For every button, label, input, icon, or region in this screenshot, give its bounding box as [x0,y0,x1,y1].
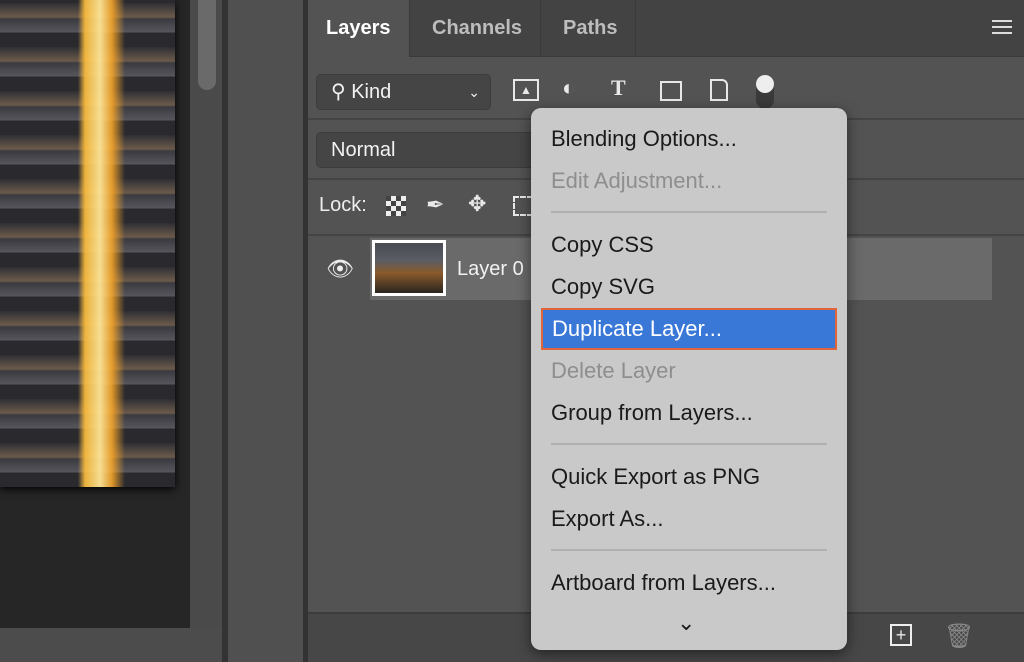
menu-item-delete-layer: Delete Layer [551,358,676,383]
tab-channels[interactable]: Channels [414,0,542,57]
tab-paths[interactable]: Paths [545,0,637,57]
kind-label: Kind [351,81,392,103]
eye-visibility-icon[interactable]: 👁 [326,256,354,282]
menu-item-blending-options[interactable]: Blending Options... [541,118,837,160]
scrollbar-thumb[interactable] [198,0,216,90]
panel-menu-icon[interactable] [992,20,1012,34]
lock-position-icon[interactable]: ✥ [468,191,486,217]
smart-object-filter-icon[interactable] [710,79,728,101]
vertical-scrollbar[interactable] [190,0,222,628]
adjustment-filter-icon[interactable]: ◐ [562,75,575,101]
filter-toggle-icon[interactable] [756,75,774,109]
lock-transparent-pixels-icon[interactable] [386,196,406,216]
menu-item-copy-css[interactable]: Copy CSS [541,224,837,266]
panel-tabs: Layers Channels Paths [308,0,1024,57]
city-night-image [0,0,175,487]
menu-item-export-as[interactable]: Export As... [541,498,837,540]
chevron-down-icon: ⌄ [468,84,480,100]
type-filter-icon[interactable]: T [611,75,626,101]
search-icon: ⚲ [331,81,346,103]
lock-image-pixels-icon[interactable]: ✒ [426,192,444,218]
menu-item-quick-export-png[interactable]: Quick Export as PNG [541,456,837,498]
menu-separator [551,443,827,445]
layer-thumbnail[interactable] [372,240,446,296]
image-filter-icon[interactable]: ▲ [513,79,539,101]
menu-item-edit-adjustment: Edit Adjustment... [551,168,723,193]
menu-item-duplicate-layer[interactable]: Duplicate Layer... [541,308,837,350]
menu-separator [551,211,827,213]
tab-layers[interactable]: Layers [308,0,410,57]
context-menu: Blending Options... Edit Adjustment... C… [531,108,847,650]
new-layer-icon[interactable]: + [890,624,912,646]
menu-item-artboard-from-layers[interactable]: Artboard from Layers... [541,562,837,604]
horizontal-scrollbar[interactable] [0,628,222,662]
scroll-down-chevron-icon[interactable]: ⌄ [677,610,695,636]
menu-separator [551,549,827,551]
trash-icon[interactable]: 🗑 [944,622,974,651]
lock-artboard-icon[interactable] [513,196,533,216]
lock-label: Lock: [319,194,367,216]
shape-filter-icon[interactable] [660,81,682,101]
menu-item-group-from-layers[interactable]: Group from Layers... [541,392,837,434]
menu-item-copy-svg[interactable]: Copy SVG [541,266,837,308]
document-canvas[interactable] [0,0,190,628]
collapsed-panel-column [228,0,303,662]
layer-name[interactable]: Layer 0 [457,258,524,281]
kind-filter-dropdown[interactable]: ⚲ Kind ⌄ [316,74,491,110]
